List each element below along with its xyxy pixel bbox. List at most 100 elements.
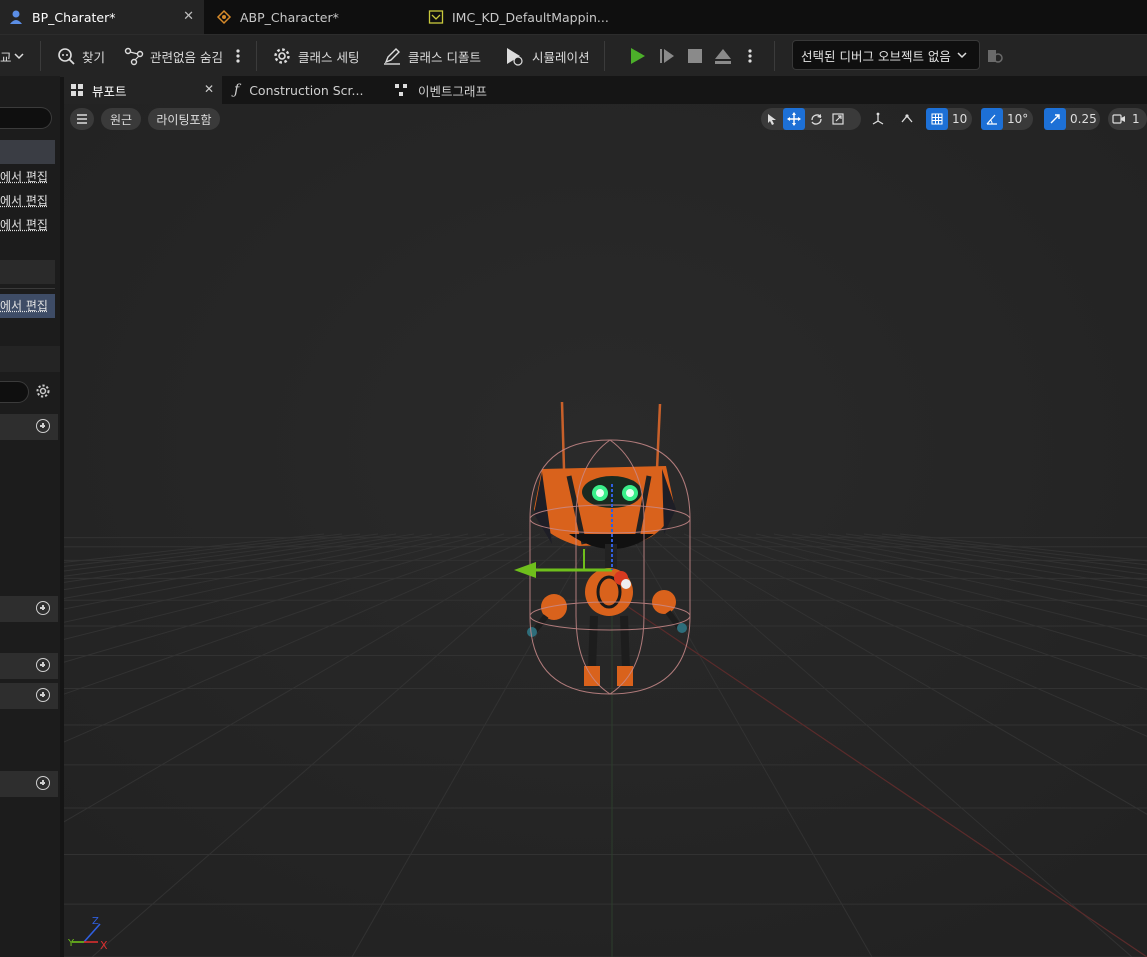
step-forward-icon: [660, 49, 674, 63]
surface-snap-button[interactable]: [896, 108, 918, 130]
tab-label: 이벤트그래프: [418, 83, 488, 99]
section-header[interactable]: [0, 596, 58, 622]
pencil-edit-icon: [384, 48, 400, 65]
blueprint-person-icon: [8, 9, 24, 25]
class-settings-button[interactable]: 클래스 세팅: [272, 35, 359, 77]
class-defaults-button[interactable]: 클래스 디폴트: [382, 35, 481, 77]
add-circle-icon[interactable]: [36, 776, 50, 790]
find-button[interactable]: 찾기: [56, 35, 105, 77]
document-tab-bar: BP_Charater* ✕ ABP_Character* IMC_KD_Def…: [0, 0, 1147, 34]
rotate-icon: [810, 113, 822, 125]
section-header[interactable]: [0, 771, 58, 797]
more-options-button[interactable]: [234, 35, 248, 77]
debug-object-select[interactable]: 선택된 디버그 오브젝트 없음: [792, 40, 980, 70]
rotate-mode-button[interactable]: [805, 108, 827, 130]
kebab-menu-icon: [748, 49, 752, 63]
compare-label: 교: [0, 49, 12, 65]
compare-dropdown[interactable]: 교: [0, 35, 32, 77]
viewport-icon: [71, 84, 83, 96]
edit-in-row-selected[interactable]: 에서 편집: [0, 294, 55, 318]
hide-unrelated-button[interactable]: 관련없음 숨김: [124, 35, 223, 77]
tab-label: 뷰포트: [92, 83, 127, 99]
grid-snap-control[interactable]: 10: [926, 108, 972, 130]
tab-event-graph[interactable]: 이벤트그래프: [392, 76, 552, 104]
angle-snap-icon[interactable]: [981, 108, 1003, 130]
component-search-input[interactable]: [0, 107, 52, 129]
debug-filter-icon: [988, 50, 1003, 63]
hamburger-menu-icon: [77, 114, 87, 124]
doc-tab-abp-character[interactable]: ABP_Character*: [208, 0, 412, 34]
edit-in-row[interactable]: 에서 편집: [0, 192, 58, 209]
play-options-button[interactable]: [746, 35, 760, 77]
search-icon: [58, 48, 75, 65]
scale-snap-value: 0.25: [1070, 112, 1097, 126]
debug-filter-button[interactable]: [986, 35, 1010, 77]
eject-button[interactable]: [710, 43, 736, 69]
grid-snap-icon[interactable]: [926, 108, 948, 130]
edit-in-row[interactable]: 에서 편집: [0, 216, 58, 233]
add-circle-icon[interactable]: [36, 601, 50, 615]
debug-object-value: 선택된 디버그 오브젝트 없음: [801, 48, 951, 64]
event-graph-icon: [395, 84, 407, 96]
lighting-mode-button[interactable]: 라이팅포함: [148, 108, 220, 130]
add-circle-icon[interactable]: [36, 419, 50, 433]
perspective-button[interactable]: 원근: [101, 108, 141, 130]
world-coordinate-icon: [867, 108, 889, 130]
details-header: [0, 346, 60, 372]
simulation-button[interactable]: 시뮬레이션: [504, 35, 590, 77]
section-header[interactable]: [0, 683, 58, 709]
simulate-play-icon: [507, 48, 523, 66]
viewport-menu-button[interactable]: [70, 108, 94, 130]
panel-divider: [0, 288, 55, 289]
class-defaults-label: 클래스 디폴트: [408, 49, 481, 65]
scale-snap-icon[interactable]: [1044, 108, 1066, 130]
camera-speed-value: 1: [1132, 112, 1140, 126]
doc-tab-bp-charater[interactable]: BP_Charater* ✕: [0, 0, 204, 34]
section-header[interactable]: [0, 414, 58, 440]
coordinate-space-button[interactable]: [867, 108, 889, 130]
axis-y-label: Y: [67, 938, 75, 949]
add-circle-icon[interactable]: [36, 688, 50, 702]
advance-frame-button[interactable]: [654, 43, 680, 69]
axis-z-label: Z: [92, 916, 99, 927]
section-header[interactable]: [0, 653, 58, 679]
settings-gear-button[interactable]: [35, 383, 51, 402]
blueprint-toolbar: 교 찾기 관련없음 숨김 클래스 세팅 클래스 디폴트 시뮬레이션 선택된 디버…: [0, 34, 1147, 77]
close-tab-icon[interactable]: ✕: [204, 82, 214, 96]
toolbar-divider: [774, 41, 775, 71]
tab-label: Construction Scr...: [249, 82, 364, 98]
kebab-menu-icon: [236, 49, 240, 63]
translate-mode-button[interactable]: [783, 108, 805, 130]
class-settings-label: 클래스 세팅: [298, 49, 360, 65]
input-mapping-icon: [428, 9, 444, 25]
rotation-snap-control[interactable]: 10°: [981, 108, 1033, 130]
scale-snap-control[interactable]: 0.25: [1044, 108, 1100, 130]
editor-tab-bar: 뷰포트 ✕ ƒ Construction Scr... 이벤트그래프: [64, 76, 1147, 104]
select-mode-button[interactable]: [761, 108, 783, 130]
add-circle-icon[interactable]: [36, 658, 50, 672]
doc-tab-label: ABP_Character*: [240, 9, 339, 25]
toolbar-divider: [256, 41, 257, 71]
selected-component-row[interactable]: [0, 140, 55, 164]
cursor-arrow-icon: [768, 114, 776, 125]
doc-tab-label: BP_Charater*: [32, 9, 116, 25]
chevron-down-icon: [13, 53, 24, 60]
function-icon: ƒ: [234, 82, 240, 98]
viewport-3d[interactable]: X Y Z 원근 라이팅포함 10 10° 0.25 1: [64, 104, 1147, 957]
tab-construction-script[interactable]: ƒ Construction Scr...: [230, 76, 390, 104]
tab-viewport[interactable]: 뷰포트 ✕: [64, 76, 222, 104]
stop-button[interactable]: [682, 43, 708, 69]
camera-speed-control[interactable]: 1: [1108, 108, 1147, 130]
details-search-input[interactable]: [0, 381, 29, 403]
panel-header-row: [0, 260, 55, 284]
play-button[interactable]: [624, 43, 650, 69]
doc-tab-imc-default-mapping[interactable]: IMC_KD_DefaultMappin...: [420, 0, 640, 34]
scale-mode-button[interactable]: [827, 108, 849, 130]
edit-in-row[interactable]: 에서 편집: [0, 168, 58, 185]
toolbar-divider: [40, 41, 41, 71]
gear-icon: [274, 48, 290, 64]
toolbar-divider: [604, 41, 605, 71]
camera-icon: [1108, 108, 1130, 130]
transform-mode-group: [761, 108, 861, 130]
close-tab-icon[interactable]: ✕: [183, 9, 194, 24]
